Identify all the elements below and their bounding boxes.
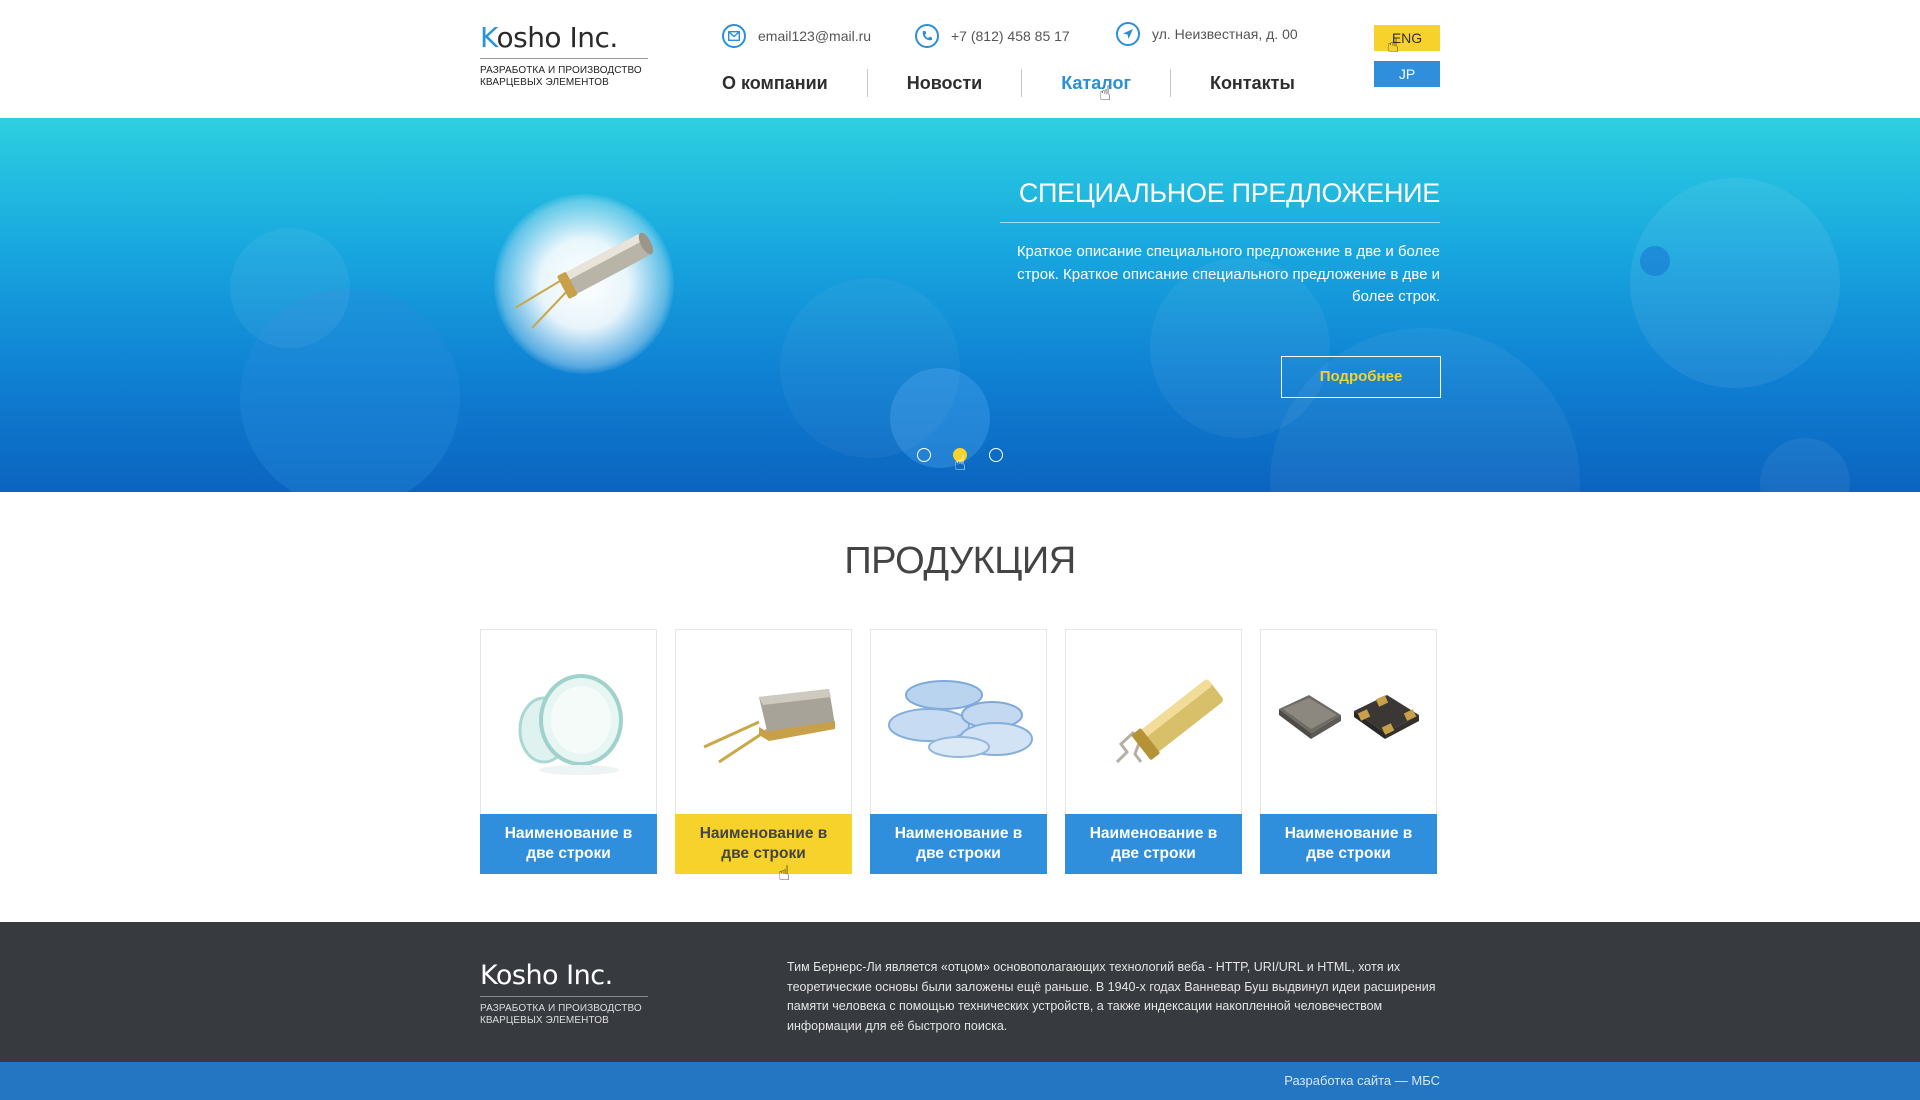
decorative-bubble (1630, 178, 1840, 388)
logo-divider (480, 58, 648, 59)
product-label[interactable]: Наименование в две строки (1260, 814, 1437, 874)
nav-item-about[interactable]: О компании (700, 68, 867, 98)
decorative-bubble (780, 278, 960, 458)
location-arrow-icon (1116, 22, 1140, 46)
phone-icon (915, 24, 939, 48)
product-card[interactable]: Наименование в две строки (870, 629, 1047, 874)
product-image (1066, 630, 1241, 814)
phone-text: +7 (812) 458 85 17 (951, 28, 1070, 44)
product-image (481, 630, 656, 814)
hero-title: СПЕЦИАЛЬНОЕ ПРЕДЛОЖЕНИЕ (1018, 178, 1440, 208)
tuning-fork-crystal-icon (514, 232, 654, 329)
hand-cursor-icon: ☝ (1387, 35, 1400, 57)
slider-dot-3[interactable] (989, 448, 1003, 462)
site-header: Kosho Inc. РАЗРАБОТКА И ПРОИЗВОДСТВО КВА… (0, 0, 1920, 118)
product-image (871, 630, 1046, 814)
hand-cursor-icon: ☝ (954, 453, 967, 475)
smd-crystal-icon (1278, 695, 1419, 739)
developer-credit-link[interactable]: Разработка сайта — МБС (1284, 1073, 1440, 1088)
site-logo[interactable]: Kosho Inc. РАЗРАБОТКА И ПРОИЗВОДСТВО КВА… (480, 20, 648, 89)
hero-description: Краткое описание специального предложени… (1016, 243, 1440, 305)
lang-button-eng[interactable]: ENG (1374, 25, 1440, 51)
product-image (1261, 630, 1436, 814)
footer-logo-divider (480, 996, 648, 997)
hero-divider (1000, 222, 1440, 223)
envelope-icon (722, 24, 746, 48)
footer-logo-subtitle-line2: КВАРЦЕВЫХ ЭЛЕМЕНТОВ (480, 1015, 609, 1026)
nav-item-catalog[interactable]: Каталог (1022, 68, 1170, 98)
hand-cursor-icon: ☝ (778, 863, 791, 885)
product-card[interactable]: Наименование в две строки (675, 629, 852, 874)
product-label[interactable]: Наименование в две строки (675, 814, 852, 874)
footer-bottom-bar: Разработка сайта — МБС (0, 1062, 1920, 1100)
products-heading: ПРОДУКЦИЯ (844, 540, 1076, 582)
logo-letter-k: K (480, 21, 497, 54)
hero-content: СПЕЦИАЛЬНОЕ ПРЕДЛОЖЕНИЕ Краткое описание… (1000, 176, 1440, 309)
product-grid: Наименование в две строки Наименование в… (480, 629, 1437, 874)
decorative-bubble (1760, 438, 1850, 492)
product-image (676, 630, 851, 814)
product-card[interactable]: Наименование в две строки (1260, 629, 1437, 874)
hc49-crystal-icon (702, 689, 835, 764)
product-card[interactable]: Наименование в две строки (1065, 629, 1242, 874)
decorative-bubble (230, 228, 350, 348)
more-details-button[interactable]: Подробнее (1281, 356, 1441, 398)
slider-dot-1[interactable] (917, 448, 931, 462)
hero-slider: СПЕЦИАЛЬНОЕ ПРЕДЛОЖЕНИЕ Краткое описание… (0, 118, 1920, 492)
footer-logo-subtitle-line1: РАЗРАБОТКА И ПРОИЗВОДСТВО (480, 1003, 642, 1014)
site-footer: Kosho Inc. РАЗРАБОТКА И ПРОИЗВОДСТВО КВА… (0, 922, 1920, 1062)
quartz-discs-icon (887, 680, 1033, 758)
logo-subtitle-line2: КВАРЦЕВЫХ ЭЛЕМЕНТОВ (480, 77, 609, 88)
footer-logo[interactable]: Kosho Inc. РАЗРАБОТКА И ПРОИЗВОДСТВО КВА… (480, 958, 648, 1027)
contact-phone[interactable]: +7 (812) 458 85 17 (915, 24, 1070, 48)
hand-cursor-icon: ☝ (1099, 83, 1112, 105)
slider-dots (917, 448, 1025, 462)
logo-subtitle-line1: РАЗРАБОТКА И ПРОИЗВОДСТВО (480, 65, 642, 76)
product-card[interactable]: Наименование в две строки (480, 629, 657, 874)
address-text: ул. Неизвестная, д. 00 (1152, 26, 1298, 42)
footer-description: Тим Бернерс-Ли является «отцом» основопо… (787, 960, 1436, 1033)
product-label[interactable]: Наименование в две строки (870, 814, 1047, 874)
email-text[interactable]: email123@mail.ru (758, 28, 871, 44)
product-label[interactable]: Наименование в две строки (1065, 814, 1242, 874)
crystal-lens-icon (518, 674, 623, 775)
product-label[interactable]: Наименование в две строки (480, 814, 657, 874)
decorative-bubble (1640, 246, 1670, 276)
nav-item-news[interactable]: Новости (868, 68, 1021, 98)
lang-button-jp[interactable]: JP (1374, 61, 1440, 87)
main-nav: О компании Новости Каталог Контакты (700, 68, 1334, 98)
logo-subtitle: РАЗРАБОТКА И ПРОИЗВОДСТВО КВАРЦЕВЫХ ЭЛЕМ… (480, 65, 648, 89)
logo-title: Kosho Inc. (480, 20, 648, 56)
footer-logo-title: Kosho Inc. (480, 960, 613, 991)
contact-email[interactable]: email123@mail.ru (722, 24, 871, 48)
logo-name: osho Inc. (496, 21, 618, 54)
nav-item-contacts[interactable]: Контакты (1171, 68, 1334, 98)
footer-logo-subtitle: РАЗРАБОТКА И ПРОИЗВОДСТВО КВАРЦЕВЫХ ЭЛЕМ… (480, 1003, 648, 1027)
contact-address: ул. Неизвестная, д. 00 (1116, 22, 1298, 46)
gold-cylinder-crystal-icon (1115, 679, 1223, 764)
